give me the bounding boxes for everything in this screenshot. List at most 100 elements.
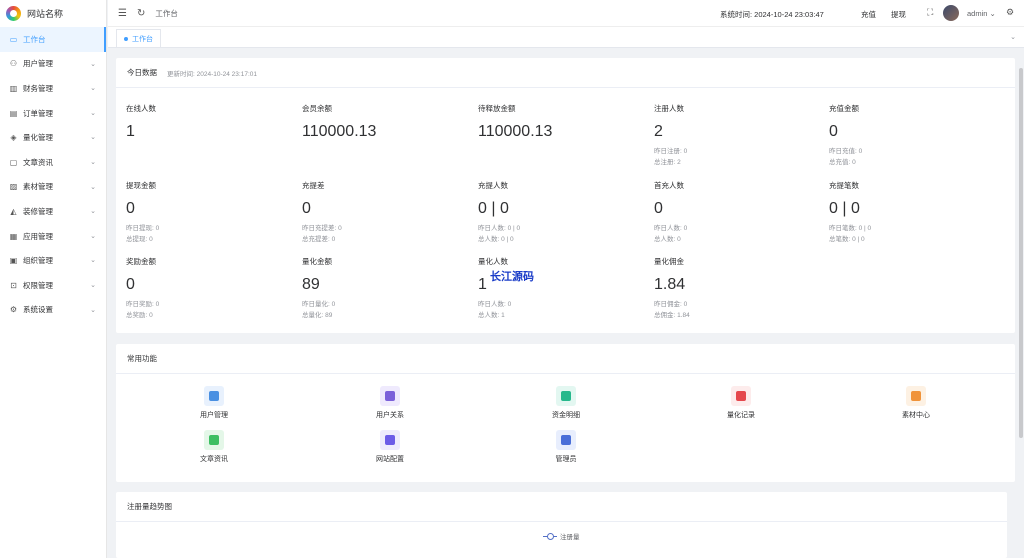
system-time: 系统时间: 2024-10-24 23:03:47 <box>720 10 824 19</box>
chevron-down-icon: ⌄ <box>90 281 96 289</box>
user-menu[interactable]: admin ⌄ <box>967 9 996 18</box>
stat-label: 在线人数 <box>126 104 156 113</box>
article-icon: ▢ <box>9 157 18 167</box>
sidebar-item-4[interactable]: ◈ 量化管理 ⌄ <box>0 125 106 150</box>
quant-icon: ◈ <box>10 133 17 143</box>
monitor-icon: ▭ <box>9 34 18 44</box>
quick-item[interactable]: 文章资讯 <box>184 430 244 464</box>
tab-workbench[interactable]: 工作台 <box>116 29 161 47</box>
material-center-icon <box>906 386 926 406</box>
card-header: 常用功能 <box>116 344 1015 374</box>
logo-icon <box>6 5 21 21</box>
material-icon: ▨ <box>9 182 18 192</box>
update-time: 更新时间: 2024-10-24 23:17:01 <box>167 70 257 78</box>
quant-record-icon <box>731 386 751 406</box>
sidebar-item-label: 文章资讯 <box>23 157 53 167</box>
recharge-link[interactable]: 充值 <box>861 9 876 20</box>
tags-bar: 工作台 ⌄ <box>108 27 1024 48</box>
stat-detail: 总人数: 1 <box>478 312 505 319</box>
stat-value: 1.84 <box>654 276 686 293</box>
stat-value: 1 <box>126 123 135 140</box>
sidebar-item-label: 组织管理 <box>23 256 53 266</box>
quick-item[interactable]: 用户关系 <box>360 386 420 420</box>
quick-item[interactable]: 素材中心 <box>886 386 946 420</box>
chevron-down-icon: ⌄ <box>90 183 96 191</box>
stat-detail: 总佣金: 1.84 <box>654 312 690 319</box>
stat-item: 量化人数 1 昨日人数: 0 总人数: 1 <box>478 256 511 321</box>
sidebar-item-6[interactable]: ▨ 素材管理 ⌄ <box>0 175 106 200</box>
stat-value: 2 <box>654 123 663 140</box>
sidebar-item-1[interactable]: ⚇ 用户管理 ⌄ <box>0 52 106 77</box>
stat-value: 110000.13 <box>302 123 377 140</box>
fund-detail-icon <box>556 386 576 406</box>
stat-item: 充提笔数 0 | 0 昨日笔数: 0 | 0 总笔数: 0 | 0 <box>829 180 871 245</box>
stat-value: 110000.13 <box>478 123 553 140</box>
chevron-down-icon: ⌄ <box>90 306 96 314</box>
stat-detail: 昨日奖励: 0 <box>126 301 160 308</box>
stat-detail: 总注册: 2 <box>654 159 681 166</box>
quick-item-label: 素材中心 <box>902 412 930 419</box>
scrollbar[interactable] <box>1018 48 1024 558</box>
org-icon: ▣ <box>9 256 18 266</box>
order-icon: ▤ <box>9 108 18 118</box>
top-header: ☰ ↻ 工作台 系统时间: 2024-10-24 23:03:47 充值 提现 … <box>108 0 1024 27</box>
fullscreen-icon[interactable]: ⛶ <box>927 7 933 18</box>
sidebar-item-label: 量化管理 <box>23 133 53 143</box>
scrollbar-thumb[interactable] <box>1019 68 1023 438</box>
quick-item-label: 用户管理 <box>200 412 228 419</box>
sidebar-item-label: 装修管理 <box>23 206 53 216</box>
stat-detail: 总量化: 89 <box>302 312 333 319</box>
stat-label: 注册人数 <box>654 104 684 113</box>
quick-item[interactable]: 用户管理 <box>184 386 244 420</box>
sidebar-item-8[interactable]: ▦ 应用管理 ⌄ <box>0 224 106 249</box>
sidebar-item-7[interactable]: ◭ 装修管理 ⌄ <box>0 199 106 224</box>
stat-label: 量化佣金 <box>654 257 684 266</box>
chevron-down-icon: ⌄ <box>90 134 96 142</box>
sidebar-item-9[interactable]: ▣ 组织管理 ⌄ <box>0 248 106 273</box>
settings-gear-icon[interactable]: ⚙ <box>1006 7 1014 18</box>
refresh-icon[interactable]: ↻ <box>137 8 145 19</box>
stat-item: 充提人数 0 | 0 昨日人数: 0 | 0 总人数: 0 | 0 <box>478 180 520 245</box>
chart-legend[interactable]: 注册量 <box>543 531 580 541</box>
sidebar-item-0[interactable]: ▭ 工作台 <box>0 27 106 52</box>
stat-detail: 总笔数: 0 | 0 <box>829 236 865 243</box>
stat-item: 待释放金额 110000.13 <box>478 103 552 141</box>
sidebar-item-2[interactable]: ▥ 财务管理 ⌄ <box>0 76 106 101</box>
menu-toggle-icon[interactable]: ☰ <box>118 8 127 19</box>
gear-icon: ⚙ <box>9 305 18 315</box>
stat-label: 奖励金额 <box>126 257 156 266</box>
stat-detail: 总充值: 0 <box>829 159 856 166</box>
quick-item[interactable]: 量化记录 <box>711 386 771 420</box>
avatar[interactable] <box>943 5 959 21</box>
sidebar-item-3[interactable]: ▤ 订单管理 ⌄ <box>0 101 106 126</box>
stat-item: 会员余额 110000.13 <box>302 103 376 141</box>
legend-line-icon <box>543 532 557 540</box>
sidebar-item-5[interactable]: ▢ 文章资讯 ⌄ <box>0 150 106 175</box>
quick-item[interactable]: 资金明细 <box>536 386 596 420</box>
stat-detail: 昨日佣金: 0 <box>654 301 688 308</box>
card-header: 今日数据 更新时间: 2024-10-24 23:17:01 <box>116 58 1015 88</box>
chevron-down-icon: ⌄ <box>90 109 96 117</box>
quick-item[interactable]: 管理员 <box>536 430 596 464</box>
quick-item[interactable]: 网站配置 <box>360 430 420 464</box>
logo[interactable]: 网站名称 <box>0 0 106 26</box>
sidebar-item-label: 系统设置 <box>23 305 53 315</box>
stat-item: 在线人数 1 <box>126 103 156 141</box>
user-relation-icon <box>380 386 400 406</box>
active-dot-icon <box>124 36 128 41</box>
stat-detail: 昨日充提差: 0 <box>302 225 342 232</box>
article-news-icon <box>204 430 224 450</box>
stat-item: 注册人数 2 昨日注册: 0 总注册: 2 <box>654 103 687 168</box>
sidebar-item-10[interactable]: ⊡ 权限管理 ⌄ <box>0 273 106 298</box>
chevron-down-icon[interactable]: ⌄ <box>1010 33 1016 41</box>
decorate-icon: ◭ <box>10 206 17 216</box>
admin-icon <box>556 430 576 450</box>
finance-icon: ▥ <box>9 83 18 93</box>
stat-label: 会员余额 <box>302 104 332 113</box>
sidebar-item-11[interactable]: ⚙ 系统设置 ⌄ <box>0 298 106 323</box>
stat-value: 0 | 0 <box>829 200 860 217</box>
quick-item-label: 资金明细 <box>552 412 580 419</box>
quick-item-label: 文章资讯 <box>200 456 228 463</box>
withdraw-link[interactable]: 提现 <box>891 9 906 20</box>
stat-detail: 昨日人数: 0 | 0 <box>478 225 521 232</box>
